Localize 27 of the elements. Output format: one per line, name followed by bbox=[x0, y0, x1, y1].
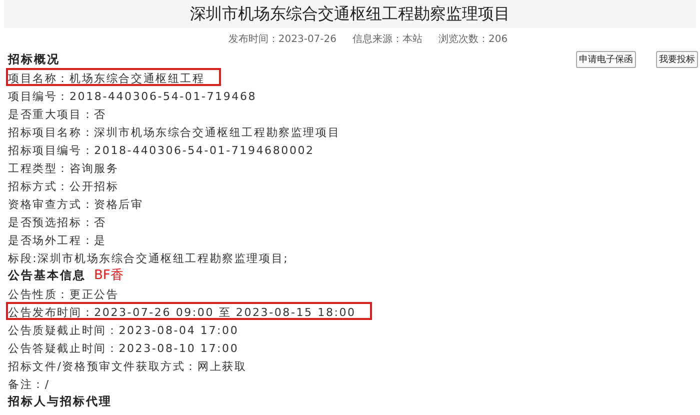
info-row-text: 公告性质：更正公告 bbox=[7, 287, 120, 302]
highlighted-row: 项目名称：机场东综合交通枢纽工程 bbox=[6, 68, 221, 86]
meta-text: 信息来源：本站 bbox=[352, 32, 423, 46]
section-heading: 招标人与招标代理 bbox=[8, 394, 112, 408]
info-row-text: 公告质疑截止时间：2023-08-04 17:00 bbox=[7, 323, 240, 338]
action-button[interactable]: 申请电子保函 bbox=[576, 50, 636, 68]
info-row-text: 是否预选招标：否 bbox=[7, 215, 108, 230]
info-row-text: 招标文件/资格预审文件获取方式：网上获取 bbox=[7, 359, 248, 374]
info-row-text: 工程类型：咨询服务 bbox=[7, 161, 120, 176]
info-row-text: 公告答疑截止时间：2023-08-10 17:00 bbox=[7, 341, 240, 356]
info-row-text: 招标方式：公开招标 bbox=[7, 179, 120, 194]
section-heading: 招标概况 bbox=[8, 52, 60, 66]
info-row-text: 资格审查方式：资格后审 bbox=[7, 197, 144, 212]
section-heading: 公告基本信息 bbox=[8, 268, 86, 282]
meta-text: 浏览次数：206 bbox=[438, 32, 508, 46]
meta-text: 发布时间：2023-07-26 bbox=[228, 32, 337, 46]
info-row-text: 招标项目编号：2018-440306-54-01-7194680002 bbox=[7, 143, 316, 158]
info-row-text: 项目编号：2018-440306-54-01-719468 bbox=[7, 89, 258, 104]
info-row-text: 是否重大项目：否 bbox=[7, 107, 108, 122]
info-row-text: 备注：/ bbox=[7, 377, 51, 392]
highlighted-row: 公告发布时间：2023-07-26 09:00 至 2023-08-15 18:00 bbox=[6, 302, 372, 320]
page-title: 深圳市机场东综合交通枢纽工程勘察监理项目 bbox=[190, 4, 510, 24]
info-row-text: 是否场外工程：是 bbox=[7, 233, 108, 248]
info-row-text: 标段:深圳市机场东综合交通枢纽工程勘察监理项目; bbox=[7, 251, 290, 266]
action-button[interactable]: 我要投标 bbox=[656, 50, 698, 68]
annotation-text: BF香 bbox=[94, 267, 124, 284]
info-row-text: 招标项目名称：深圳市机场东综合交通枢纽工程勘察监理项目 bbox=[7, 125, 342, 140]
